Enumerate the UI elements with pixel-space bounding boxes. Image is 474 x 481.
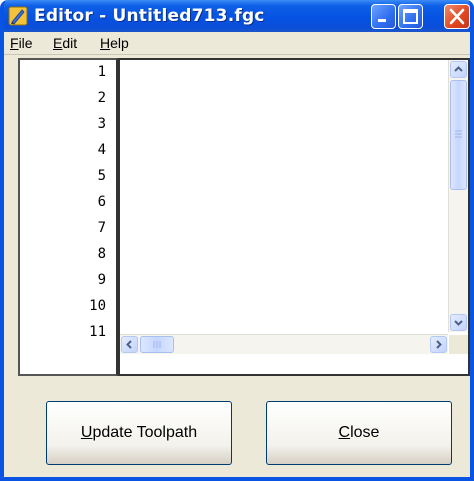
scroll-down-button[interactable] — [450, 314, 467, 331]
editor-window: Editor - Untitled713.fgc File Edit Help … — [0, 0, 474, 481]
line-number: 2 — [97, 90, 106, 106]
line-number: 6 — [97, 194, 106, 210]
line-number: 5 — [97, 168, 106, 184]
horizontal-scroll-thumb[interactable] — [140, 336, 174, 353]
chevron-down-icon — [454, 320, 463, 326]
scroll-left-button[interactable] — [121, 336, 138, 353]
maximize-button[interactable] — [398, 4, 423, 29]
line-number: 8 — [97, 246, 106, 262]
menu-file-label: ile — [18, 35, 33, 51]
close-mnemonic: C — [338, 424, 351, 441]
window-title: Editor - Untitled713.fgc — [34, 6, 265, 26]
close-label: lose — [350, 424, 380, 441]
line-number-gutter: 1 2 3 4 5 6 7 8 9 10 11 — [18, 58, 118, 376]
menu-file[interactable]: File — [10, 35, 33, 51]
line-number: 4 — [97, 142, 106, 158]
minimize-icon — [378, 19, 386, 22]
line-number: 9 — [97, 272, 106, 288]
menu-bar: File Edit Help — [4, 32, 470, 55]
close-window-button[interactable] — [444, 4, 470, 29]
update-toolpath-mnemonic: U — [80, 424, 93, 441]
line-number: 11 — [89, 324, 106, 340]
chevron-left-icon — [126, 340, 132, 349]
menu-edit-mnemonic: E — [53, 35, 63, 51]
horizontal-scrollbar[interactable] — [120, 334, 448, 354]
grip-icon — [455, 130, 462, 138]
app-icon — [8, 6, 28, 26]
menu-help-mnemonic: H — [100, 35, 111, 51]
line-number: 7 — [97, 220, 106, 236]
scrollbar-corner — [449, 335, 468, 354]
grip-icon — [153, 341, 161, 348]
chevron-right-icon — [436, 340, 442, 349]
title-bar[interactable]: Editor - Untitled713.fgc — [4, 0, 470, 32]
maximize-icon — [403, 9, 418, 24]
code-editor[interactable] — [118, 58, 470, 376]
line-number: 3 — [97, 116, 106, 132]
vertical-scrollbar[interactable] — [448, 60, 468, 332]
update-toolpath-button[interactable]: Update Toolpath — [46, 401, 232, 465]
update-toolpath-label: pdate Toolpath — [92, 424, 198, 441]
line-number: 10 — [89, 298, 106, 314]
menu-help[interactable]: Help — [100, 35, 129, 51]
editor-text-area[interactable] — [124, 62, 446, 332]
close-button[interactable]: Close — [266, 401, 452, 465]
menu-help-label: elp — [110, 35, 129, 51]
menu-file-mnemonic: F — [10, 35, 19, 51]
scroll-right-button[interactable] — [430, 336, 447, 353]
vertical-scroll-thumb[interactable] — [450, 80, 467, 190]
close-icon — [449, 8, 465, 25]
chevron-up-icon — [454, 66, 463, 72]
minimize-button[interactable] — [371, 4, 396, 29]
line-number: 1 — [97, 64, 106, 80]
menu-edit[interactable]: Edit — [53, 35, 77, 51]
menu-edit-label: dit — [62, 35, 78, 51]
scroll-up-button[interactable] — [450, 61, 467, 78]
